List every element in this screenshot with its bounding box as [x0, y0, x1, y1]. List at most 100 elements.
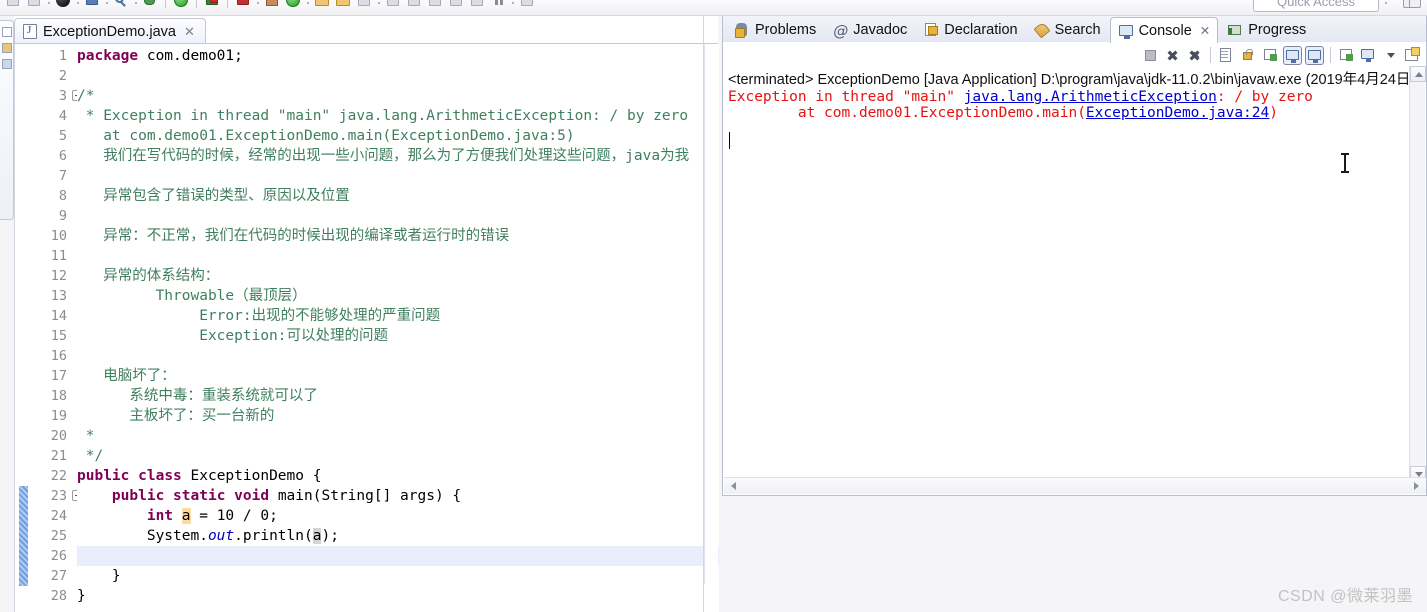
outline-icon[interactable]	[2, 59, 12, 69]
line-number: 11	[50, 248, 67, 264]
console-horizontal-scrollbar[interactable]	[724, 477, 1426, 494]
line-number: 26	[50, 548, 67, 564]
pin-icon[interactable]	[426, 0, 444, 9]
code-line: 异常：不正常，我们在代码的时候出现的编译或者运行时的错误	[77, 228, 510, 244]
javadoc-at-icon: @	[833, 21, 849, 40]
run-icon[interactable]	[172, 0, 190, 9]
pointer-icon[interactable]	[384, 0, 402, 9]
console-dropdown-icon[interactable]	[1381, 46, 1400, 65]
code-line: }	[77, 568, 121, 584]
image-icon[interactable]	[518, 0, 536, 9]
console-tab-problems[interactable]: Problems	[727, 17, 823, 42]
open-folder2-icon[interactable]	[334, 0, 352, 9]
console-tab-console[interactable]: Console ✕	[1109, 17, 1219, 43]
restore-icon[interactable]	[2, 27, 12, 37]
console-output[interactable]: <terminated> ExceptionDemo [Java Applica…	[724, 66, 1410, 482]
console-tab-declaration[interactable]: Declaration	[916, 17, 1024, 42]
scroll-up-icon[interactable]	[1410, 66, 1426, 82]
line-number: 25	[50, 528, 67, 544]
code-text-area[interactable]: package com.demo01; /* * Exception in thr…	[77, 44, 719, 612]
open-console-icon[interactable]	[1305, 45, 1324, 65]
code-line: * Exception in thread "main" java.lang.A…	[77, 108, 689, 124]
bug-icon[interactable]	[141, 0, 159, 9]
search-icon[interactable]	[112, 0, 130, 9]
code-line: *	[77, 428, 95, 444]
eclipse-window: Quick Access ExceptionDemo.java ✕ 123456…	[0, 0, 1427, 612]
toolbar-drag-dots[interactable]	[46, 0, 51, 8]
link-icon[interactable]	[405, 0, 423, 9]
console-tab-search[interactable]: Search	[1027, 17, 1108, 42]
terminal-icon[interactable]	[468, 0, 486, 9]
console-toolbar: ✖ ✖	[1141, 43, 1422, 67]
scroll-lock-icon[interactable]	[1239, 46, 1258, 65]
line-number: 14	[50, 308, 67, 324]
toolbar-separator	[227, 0, 228, 8]
open-folder-icon[interactable]	[313, 0, 331, 9]
stacktrace-text: Exception in thread "main"	[728, 89, 964, 105]
line-number: 24	[50, 508, 67, 524]
console-vertical-scrollbar[interactable]	[1409, 66, 1426, 482]
minimized-view-stack[interactable]	[0, 20, 14, 220]
remove-launch-icon[interactable]: ✖	[1163, 46, 1182, 65]
overview-ruler[interactable]	[704, 44, 718, 584]
check-icon[interactable]	[284, 0, 302, 9]
quick-access-drag-dots[interactable]	[1384, 0, 1389, 8]
close-icon[interactable]: ✕	[184, 24, 195, 40]
code-line: int a = 10 / 0;	[146, 508, 278, 524]
book-icon[interactable]	[263, 0, 281, 9]
toolbar-drag-dots[interactable]	[305, 0, 310, 8]
line-number: 7	[58, 168, 67, 184]
stacktrace-link[interactable]: ExceptionDemo.java:24	[1086, 105, 1269, 121]
toolbar-drag-dots[interactable]	[376, 0, 381, 8]
stacktrace-link[interactable]: java.lang.ArithmeticException	[964, 89, 1217, 105]
editor-tab-exceptiondemo[interactable]: ExceptionDemo.java ✕	[14, 18, 206, 44]
code-line: 电脑坏了：	[77, 368, 176, 384]
editor-body[interactable]: 1 2 3 4 5 6 7 8 9 10 11 12 13 14 15 16 17 18 19 20 21 22 23 24 2…	[14, 44, 719, 612]
line-number: 13	[50, 288, 67, 304]
line-number: 22	[50, 468, 67, 484]
clear-console-icon[interactable]	[1217, 46, 1236, 65]
remove-all-launches-icon[interactable]: ✖	[1185, 46, 1204, 65]
scroll-left-icon[interactable]	[725, 478, 741, 494]
line-number: 4	[58, 108, 67, 124]
line-number: 17	[50, 368, 67, 384]
code-line: Throwable（最顶层）	[77, 288, 307, 304]
run-config-icon[interactable]	[203, 0, 221, 9]
code-line: }	[77, 588, 86, 604]
scroll-right-icon[interactable]	[1409, 478, 1425, 494]
stop-icon[interactable]	[1141, 46, 1160, 65]
pause-icon[interactable]	[489, 0, 507, 9]
toolbar-drag-dots[interactable]	[255, 0, 260, 8]
console-tab-javadoc[interactable]: @ Javadoc	[825, 17, 914, 42]
editor-tab-bar: ExceptionDemo.java ✕	[14, 16, 718, 44]
new-console-view-icon[interactable]	[1337, 46, 1356, 65]
console-tab-progress[interactable]: Progress	[1220, 17, 1313, 42]
new-console-icon[interactable]	[1403, 46, 1422, 65]
line-number: 10	[50, 228, 67, 244]
toolbar-drag-dots[interactable]	[104, 0, 109, 8]
external-icon[interactable]	[447, 0, 465, 9]
code-line: System.out.println(a);	[77, 528, 339, 544]
package-explorer-icon[interactable]	[2, 43, 12, 53]
save-all-icon[interactable]	[25, 0, 43, 9]
code-line: public class ExceptionDemo {	[77, 468, 322, 484]
stop-red-icon[interactable]	[234, 0, 252, 9]
toolbar-drag-dots[interactable]	[510, 0, 515, 8]
display-selected-console-icon[interactable]	[1283, 45, 1302, 65]
debug-icon[interactable]	[54, 0, 72, 9]
open-perspective-icon[interactable]	[1403, 0, 1421, 8]
marker-gutter[interactable]	[15, 44, 33, 612]
toolbar-separator	[165, 0, 166, 8]
save-icon[interactable]	[4, 0, 22, 9]
ruler-icon[interactable]	[355, 0, 373, 9]
pin-console-icon[interactable]	[1261, 46, 1280, 65]
console-stacktrace: Exception in thread "main" java.lang.Ari…	[728, 89, 1410, 121]
quick-access-field[interactable]: Quick Access	[1253, 0, 1379, 12]
line-number: 15	[50, 328, 67, 344]
toolbar-drag-dots[interactable]	[133, 0, 138, 8]
toolbar-drag-dots[interactable]	[75, 0, 80, 8]
show-console-icon[interactable]	[1359, 46, 1378, 65]
code-line: public static void main(String[] args) {	[111, 488, 462, 504]
print-icon[interactable]	[83, 0, 101, 9]
close-icon[interactable]: ✕	[1200, 23, 1210, 38]
